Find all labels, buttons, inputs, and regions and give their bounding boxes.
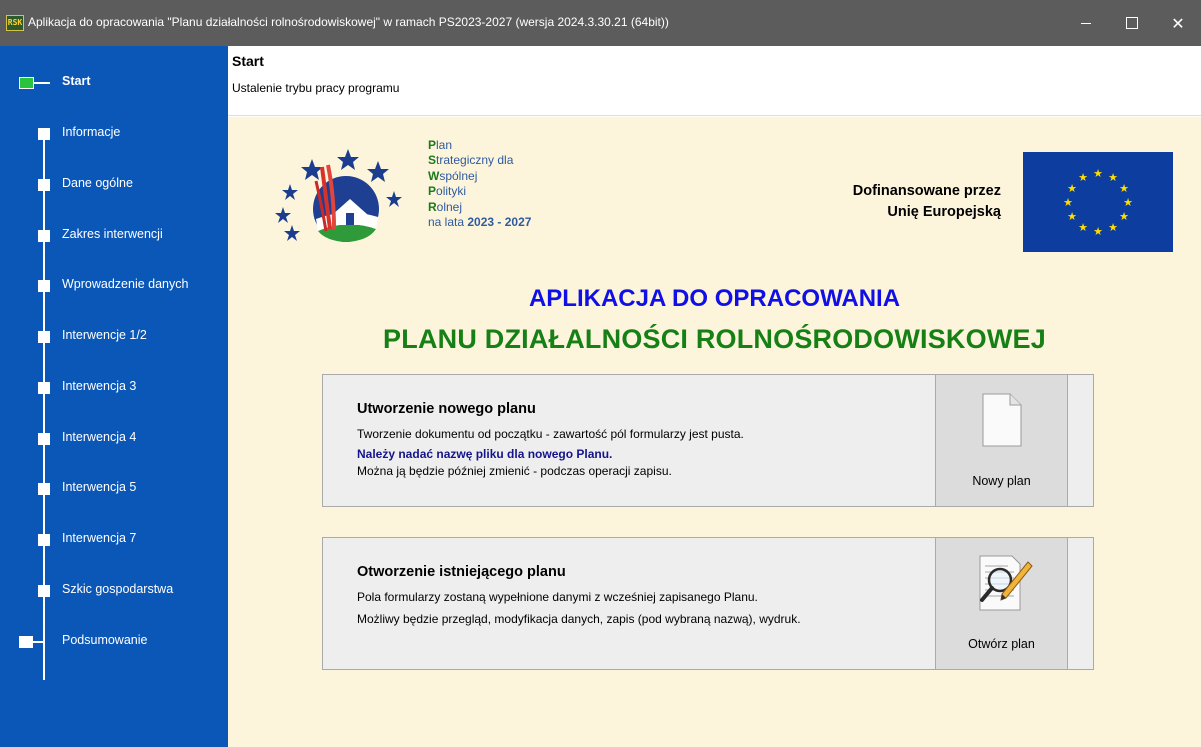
new-plan-button-label: Nowy plan [972,474,1031,488]
sidebar-item-label: Zakres interwencji [62,227,163,241]
sidebar-item-start[interactable]: Start [0,57,228,107]
sidebar-item-dane-ogolne[interactable]: Dane ogólne [0,160,228,210]
sidebar-item-interwencja-5[interactable]: Interwencja 5 [0,464,228,514]
new-plan-title: Utworzenie nowego planu [357,401,536,417]
main-panel: Plan Strategiczny dla Wspólnej Polityki … [228,117,1201,747]
main-title-line2: PLANU DZIAŁALNOŚCI ROLNOŚRODOWISKOWEJ [383,324,1046,354]
sidebar-item-podsumowanie[interactable]: Podsumowanie [0,617,228,667]
sidebar-item-label: Interwencja 5 [62,480,137,494]
svg-text:★: ★ [1108,171,1118,184]
step-marker-icon [38,128,50,140]
sidebar-item-label: Szkic gospodarstwa [62,582,174,596]
svg-text:★: ★ [1093,167,1103,180]
svg-text:★: ★ [1119,182,1129,195]
step-dash [34,82,50,84]
sidebar-item-wprowadzenie-danych[interactable]: Wprowadzenie danych [0,261,228,311]
open-plan-card: Otworzenie istniejącego planu Pola formu… [322,537,1094,670]
step-marker-icon [19,636,33,648]
page-header: Start Ustalenie trybu pracy programu [228,46,1201,116]
sidebar-item-interwencje-1-2[interactable]: Interwencje 1/2 [0,312,228,362]
sidebar-steps: Start Informacje Dane ogólne Zakres inte… [0,46,228,747]
minimize-button[interactable] [1063,0,1109,46]
step-marker-icon [38,433,50,445]
ps-logo-text: Plan Strategiczny dla Wspólnej Polityki … [428,138,532,230]
page-title: Start [232,53,264,69]
svg-text:★: ★ [1108,221,1118,234]
sidebar-item-label: Interwencje 1/2 [62,328,147,342]
open-plan-button-label: Otwórz plan [968,637,1035,651]
open-plan-button[interactable]: Otwórz plan [935,537,1068,670]
eu-flag-icon: ★ ★ ★ ★ ★ ★ ★ ★ ★ ★ ★ ★ [1023,152,1173,252]
sidebar-item-interwencja-3[interactable]: Interwencja 3 [0,363,228,413]
main-title-line1: APLIKACJA DO OPRACOWANIA [528,285,901,312]
sidebar-item-interwencja-4[interactable]: Interwencja 4 [0,414,228,464]
step-marker-icon [38,280,50,292]
new-plan-card: Utworzenie nowego planu Tworzenie dokume… [322,374,1094,507]
open-plan-title: Otworzenie istniejącego planu [357,564,566,580]
active-step-marker-icon [19,77,34,89]
sidebar-item-interwencja-7[interactable]: Interwencja 7 [0,515,228,565]
open-plan-desc: Pola formularzy zostaną wypełnione danym… [357,590,758,604]
step-marker-icon [38,331,50,343]
sidebar-item-informacje[interactable]: Informacje [0,109,228,159]
ps-logo-icon [275,149,402,242]
new-plan-note: Należy nadać nazwę pliku dla nowego Plan… [357,447,613,461]
svg-text:★: ★ [1067,210,1077,223]
app-icon: RSK [6,15,24,31]
sidebar-item-label: Informacje [62,125,121,139]
svg-text:★: ★ [1123,196,1133,209]
new-plan-button[interactable]: Nowy plan [935,374,1068,507]
sidebar-item-label: Interwencja 3 [62,379,137,393]
svg-text:★: ★ [1067,182,1077,195]
sidebar-item-label: Interwencja 7 [62,531,137,545]
step-marker-icon [38,585,50,597]
svg-text:★: ★ [1119,210,1129,223]
sidebar-item-label: Podsumowanie [62,633,148,647]
sidebar-item-label: Dane ogólne [62,176,133,190]
new-plan-note2: Można ją będzie później zmienić - podcza… [357,464,672,478]
svg-text:★: ★ [1063,196,1073,209]
sidebar-item-label: Start [62,74,91,88]
step-marker-icon [38,483,50,495]
svg-text:★: ★ [1093,225,1103,238]
step-marker-icon [38,179,50,191]
sidebar-item-label: Wprowadzenie danych [62,277,189,291]
open-document-magnifier-icon [979,555,1033,611]
step-marker-icon [38,230,50,242]
close-button[interactable]: ✕ [1155,0,1201,46]
new-plan-desc: Tworzenie dokumentu od początku - zawart… [357,427,744,441]
sidebar-item-zakres-interwencji[interactable]: Zakres interwencji [0,211,228,261]
svg-text:★: ★ [1078,171,1088,184]
title-bar: RSK Aplikacja do opracowania "Planu dzia… [0,0,1201,46]
maximize-button[interactable] [1109,0,1155,46]
sidebar-item-label: Interwencja 4 [62,430,137,444]
new-document-icon [982,393,1022,447]
step-dash [33,641,45,643]
page-subtitle: Ustalenie trybu pracy programu [232,81,400,95]
step-marker-icon [38,534,50,546]
open-plan-desc2: Możliwy będzie przegląd, modyfikacja dan… [357,612,801,626]
window-title: Aplikacja do opracowania "Planu działaln… [28,15,669,29]
cofinancing-text: Dofinansowane przez Unię Europejską [852,183,1001,220]
step-marker-icon [38,382,50,394]
close-icon: ✕ [1171,13,1185,33]
sidebar-item-szkic-gospodarstwa[interactable]: Szkic gospodarstwa [0,566,228,616]
svg-text:★: ★ [1078,221,1088,234]
